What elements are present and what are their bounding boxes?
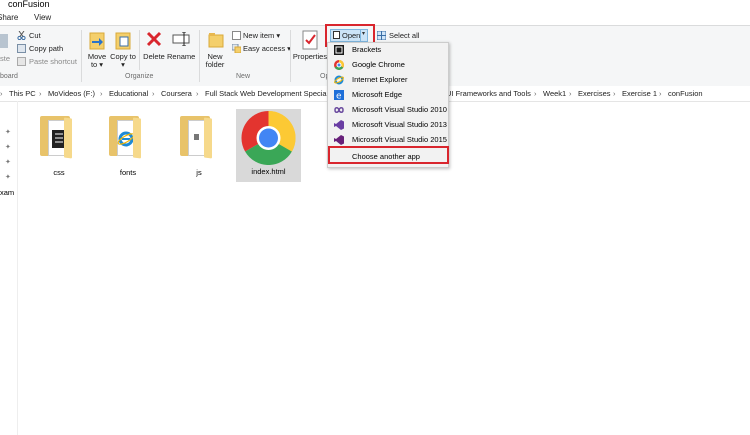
breadcrumb-ui-frameworks[interactable]: UI Frameworks and Tools <box>446 89 531 98</box>
new-folder-button[interactable]: New folder <box>202 53 228 69</box>
copy-path-icon <box>17 44 26 53</box>
breadcrumb-educational[interactable]: Educational <box>109 89 148 98</box>
chevron-right-icon: › <box>196 89 199 98</box>
file-icon <box>194 134 199 140</box>
rename-button[interactable]: Rename <box>167 53 195 61</box>
move-to-icon <box>89 30 105 50</box>
menu-item-vs2010[interactable]: Microsoft Visual Studio 2010 <box>328 103 448 117</box>
chevron-right-icon: › <box>39 89 42 98</box>
vs2010-icon <box>334 105 344 115</box>
tab-view[interactable]: View <box>34 13 51 22</box>
ribbon-separator <box>81 30 82 82</box>
folder-icon <box>95 108 161 166</box>
delete-icon <box>146 31 162 47</box>
pin-icon[interactable]: ✦ <box>5 128 11 136</box>
delete-button[interactable]: Delete <box>141 53 167 61</box>
vs2015-icon <box>334 135 344 145</box>
cut-button[interactable]: Cut <box>29 31 41 40</box>
chevron-right-icon: › <box>659 89 662 98</box>
window-title: conFusion <box>8 0 50 9</box>
organize-group-label: Organize <box>125 73 154 80</box>
file-item-fonts[interactable]: fonts <box>95 108 161 177</box>
new-group-label: New <box>236 73 251 80</box>
copy-to-button[interactable]: Copy to ▾ <box>110 53 136 69</box>
paste-label[interactable]: ste <box>0 54 10 63</box>
breadcrumb-confusion[interactable]: conFusion <box>668 89 703 98</box>
svg-text:e: e <box>336 92 342 101</box>
menu-item-internet-explorer[interactable]: Internet Explorer <box>328 73 448 87</box>
pin-icon[interactable]: ✦ <box>5 158 11 166</box>
chrome-icon <box>334 60 344 70</box>
select-all-button[interactable]: Select all <box>389 31 419 40</box>
clipboard-group-label: board <box>0 73 18 80</box>
ribbon-separator <box>139 30 140 70</box>
easy-access-icon <box>231 43 242 54</box>
breadcrumb-specialization[interactable]: Full Stack Web Development Specializ <box>205 89 329 98</box>
ie-icon <box>334 75 344 85</box>
copy-to-icon <box>115 30 131 50</box>
menu-item-microsoft-edge[interactable]: e Microsoft Edge <box>328 88 448 102</box>
cut-icon <box>17 30 26 41</box>
navigation-pane: ✦ ✦ ✦ ✦ xam <box>0 101 18 435</box>
paste-icon <box>0 34 8 48</box>
file-item-index-html[interactable]: index.html <box>236 109 301 182</box>
breadcrumb-coursera[interactable]: Coursera <box>161 89 192 98</box>
chevron-right-icon: › <box>100 89 103 98</box>
copy-path-button[interactable]: Copy path <box>29 44 63 53</box>
paste-shortcut-icon <box>17 57 26 66</box>
new-item-icon <box>232 31 241 40</box>
brackets-icon <box>334 45 344 55</box>
breadcrumb-exercise-1[interactable]: Exercise 1 <box>622 89 657 98</box>
chevron-right-icon: › <box>613 89 616 98</box>
file-name: fonts <box>119 168 137 177</box>
properties-icon <box>301 30 319 50</box>
folder-icon <box>166 108 232 166</box>
menu-item-brackets[interactable]: Brackets <box>328 43 448 57</box>
folder-icon <box>26 108 92 166</box>
title-bar: conFusion <box>0 0 750 11</box>
menu-item-google-chrome[interactable]: Google Chrome <box>328 58 448 72</box>
ribbon-separator <box>199 30 200 82</box>
breadcrumb-week1[interactable]: Week1 <box>543 89 566 98</box>
file-name: css <box>53 168 65 177</box>
pin-icon[interactable]: ✦ <box>5 173 11 181</box>
new-item-button[interactable]: New item ▾ <box>243 31 280 40</box>
ribbon-separator <box>290 30 291 82</box>
menu-item-vs2015[interactable]: Microsoft Visual Studio 2015 <box>328 133 448 147</box>
properties-button[interactable]: Properties <box>292 53 328 61</box>
pin-icon[interactable]: ✦ <box>5 143 11 151</box>
breadcrumb-this-pc[interactable]: This PC <box>9 89 36 98</box>
chevron-right-icon: › <box>534 89 537 98</box>
chrome-icon <box>236 109 301 166</box>
chevron-right-icon: › <box>152 89 155 98</box>
edge-icon: e <box>334 90 344 102</box>
file-name: index.html <box>251 167 286 176</box>
chevron-right-icon: › <box>569 89 572 98</box>
paste-shortcut-button[interactable]: Paste shortcut <box>29 57 77 66</box>
ribbon-tabs: Share View <box>0 11 750 25</box>
vs2013-icon <box>334 120 344 130</box>
easy-access-button[interactable]: Easy access ▾ <box>243 44 291 53</box>
file-name: js <box>196 168 202 177</box>
file-item-css[interactable]: css <box>26 108 92 177</box>
choose-app-highlight-box <box>328 146 449 164</box>
tab-share[interactable]: Share <box>0 13 18 22</box>
new-folder-icon <box>208 32 224 48</box>
breadcrumb-exercises[interactable]: Exercises <box>578 89 611 98</box>
rename-icon <box>172 31 190 47</box>
nav-item-partial[interactable]: xam <box>0 188 14 197</box>
menu-item-vs2013[interactable]: Microsoft Visual Studio 2013 <box>328 118 448 132</box>
select-all-icon <box>376 30 387 41</box>
move-to-button[interactable]: Move to ▾ <box>84 53 110 69</box>
file-item-js[interactable]: js <box>166 108 232 177</box>
chevron-right-icon: › <box>0 89 3 98</box>
breadcrumb-drive[interactable]: MoVideos (F:) <box>48 89 95 98</box>
